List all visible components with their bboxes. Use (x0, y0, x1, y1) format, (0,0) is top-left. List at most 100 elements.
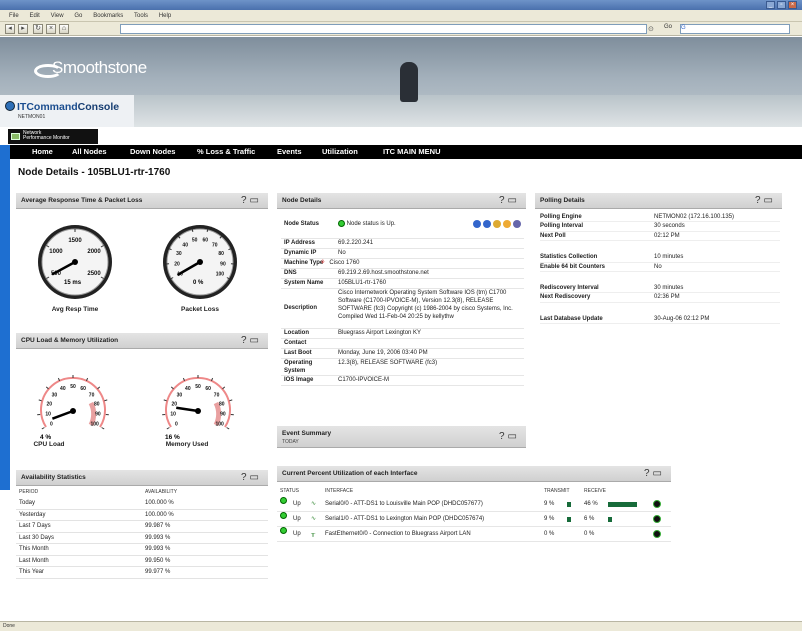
close-icon[interactable]: × (788, 1, 797, 9)
menu-all-nodes[interactable]: All Nodes (72, 145, 107, 159)
polling-value: 30 minutes (654, 284, 684, 291)
node-detail-value: ⚘ Cisco 1760 (320, 258, 524, 268)
reload-icon[interactable]: ↻ (33, 24, 43, 34)
stop-icon[interactable]: × (46, 24, 56, 34)
availability-value: 99.977 % (145, 569, 171, 575)
gauge-tick-label: 50 (70, 384, 76, 390)
polling-key: Last Database Update (540, 315, 603, 322)
interface-row: Up ∿ Serial0/0 - ATT-DS1 to Louisville Mai… (277, 497, 671, 512)
warning-icon[interactable] (503, 220, 511, 228)
menu-down-nodes[interactable]: Down Nodes (130, 145, 175, 159)
interface-name[interactable]: Serial0/0 - ATT-DS1 to Louisville Main P… (325, 497, 483, 512)
edit-node-icon[interactable] (483, 220, 491, 228)
node-detail-key: Node Status (284, 221, 320, 227)
availability-row: This Year 99.977 % (16, 567, 268, 579)
menu-loss-traffic[interactable]: % Loss & Traffic (197, 145, 255, 159)
node-detail-row: Contact (281, 338, 524, 348)
go-icon[interactable]: ⊙ (648, 25, 654, 33)
receive-bar (608, 517, 612, 522)
forward-icon[interactable]: ▸ (18, 24, 28, 34)
details-icon[interactable] (653, 500, 661, 508)
go-button[interactable]: Go (664, 24, 672, 30)
settings-icon[interactable] (513, 220, 521, 228)
back-icon[interactable]: ◂ (5, 24, 15, 34)
menu-help[interactable]: Help (159, 10, 171, 22)
gauge-tick-label: 100 (215, 422, 224, 428)
gauge-tick-mark (226, 427, 230, 430)
edit-icon[interactable]: ▭ (508, 431, 520, 442)
edit-icon[interactable]: ▭ (653, 468, 665, 479)
availability-panel-header: Availability Statistics ?▭ (16, 470, 268, 486)
menu-bookmarks[interactable]: Bookmarks (93, 10, 123, 22)
help-icon[interactable]: ? (241, 335, 250, 346)
maximize-icon[interactable]: ▫ (777, 1, 786, 9)
edit-icon[interactable]: ▭ (250, 472, 262, 483)
menu-file[interactable]: File (9, 10, 19, 22)
transmit-bar (567, 502, 571, 507)
receive-value: 0 % (584, 531, 595, 537)
help-icon[interactable]: ? (499, 195, 508, 206)
details-icon[interactable] (653, 530, 661, 538)
edit-icon[interactable]: ▭ (764, 195, 776, 206)
home-icon[interactable]: ⌂ (59, 24, 69, 34)
help-icon[interactable]: ? (755, 195, 764, 206)
gauge-tick-mark (101, 427, 105, 430)
node-detail-row: Description Cisco Internetwork Operating … (281, 288, 524, 328)
menu-go[interactable]: Go (74, 10, 82, 22)
menu-utilization[interactable]: Utilization (322, 145, 358, 159)
cpu-load-gauge: 0 10 203040 50 6070 80 90 100 4 % (37, 375, 109, 441)
polling-key: Polling Interval (540, 223, 584, 230)
transmit-value: 0 % (544, 531, 555, 537)
menu-edit[interactable]: Edit (29, 10, 39, 22)
gauge-tick-label: 0 (175, 422, 178, 428)
page-title: Node Details - 105BLU1-rtr-1760 (18, 167, 171, 178)
refresh-icon[interactable] (473, 220, 481, 228)
availability-row: Last 30 Days 99.993 % (16, 533, 268, 544)
details-icon[interactable] (653, 515, 661, 523)
gauge-tick-mark (222, 386, 226, 390)
availability-value: 100.000 % (145, 511, 174, 518)
avg-resp-gauge: 5001000150020002500 15 ms (38, 225, 112, 299)
minimize-icon[interactable]: _ (766, 1, 775, 9)
menu-itc-main[interactable]: ITC MAIN MENU (383, 145, 441, 159)
cpu-panel-header: CPU Load & Memory Utilization ?▭ (16, 333, 268, 349)
availability-rows: Today 100.000 % Yesterday 100.000 % Last 7 D… (16, 498, 268, 579)
gauge-tick-mark (191, 228, 194, 232)
menu-home[interactable]: Home (32, 145, 53, 159)
availability-panel: Availability Statistics ?▭ PERIOD AVAILA… (16, 470, 268, 585)
console-title-a: ITCommand (17, 101, 78, 113)
menu-view[interactable]: View (51, 10, 64, 22)
sound-icon[interactable] (493, 220, 501, 228)
col-interface: INTERFACE (325, 488, 354, 494)
response-panel-header: Average Response Time & Packet Loss ?▭ (16, 193, 268, 209)
node-detail-value (335, 338, 524, 348)
help-icon[interactable]: ? (241, 472, 250, 483)
npm-tab[interactable]: Network Performance Monitor (8, 129, 98, 144)
status-up-icon (280, 497, 287, 504)
search-input[interactable]: G (680, 24, 790, 34)
edit-icon[interactable]: ▭ (250, 195, 262, 206)
node-detail-value: No (338, 249, 346, 256)
polling-row: Next Rediscovery 02:36 PM (540, 293, 780, 303)
polling-value: 02:36 PM (654, 294, 680, 301)
help-icon[interactable]: ? (499, 431, 508, 442)
node-detail-value: 12.3(8), RELEASE SOFTWARE (fc3) (338, 359, 438, 366)
availability-value: 99.950 % (145, 557, 171, 564)
serial-icon: ∿ (311, 516, 317, 522)
menu-tools[interactable]: Tools (134, 10, 148, 22)
interface-name[interactable]: FastEthernet0/0 - Connection to Bluegras… (325, 527, 471, 542)
polling-value: 30 seconds (654, 223, 685, 230)
edit-icon[interactable]: ▭ (250, 335, 262, 346)
menu-events[interactable]: Events (277, 145, 302, 159)
edit-icon[interactable]: ▭ (508, 195, 520, 206)
cpu-panel-title: CPU Load & Memory Utilization (21, 337, 119, 344)
gauge-tick-label: 30 (177, 392, 183, 398)
node-detail-key: IP Address (284, 239, 316, 246)
help-icon[interactable]: ? (241, 195, 250, 206)
browser-toolbar: ◂ ▸ ↻ × ⌂ ⊙ Go G (0, 22, 802, 36)
node-detail-row: System Name 105BLU1-rtr-1760 (281, 278, 524, 288)
interface-name[interactable]: Serial1/0 - ATT-DS1 to Lexington Main PO… (325, 512, 484, 527)
address-bar[interactable] (120, 24, 647, 34)
avg-resp-value: 15 ms (64, 280, 82, 286)
help-icon[interactable]: ? (644, 468, 653, 479)
